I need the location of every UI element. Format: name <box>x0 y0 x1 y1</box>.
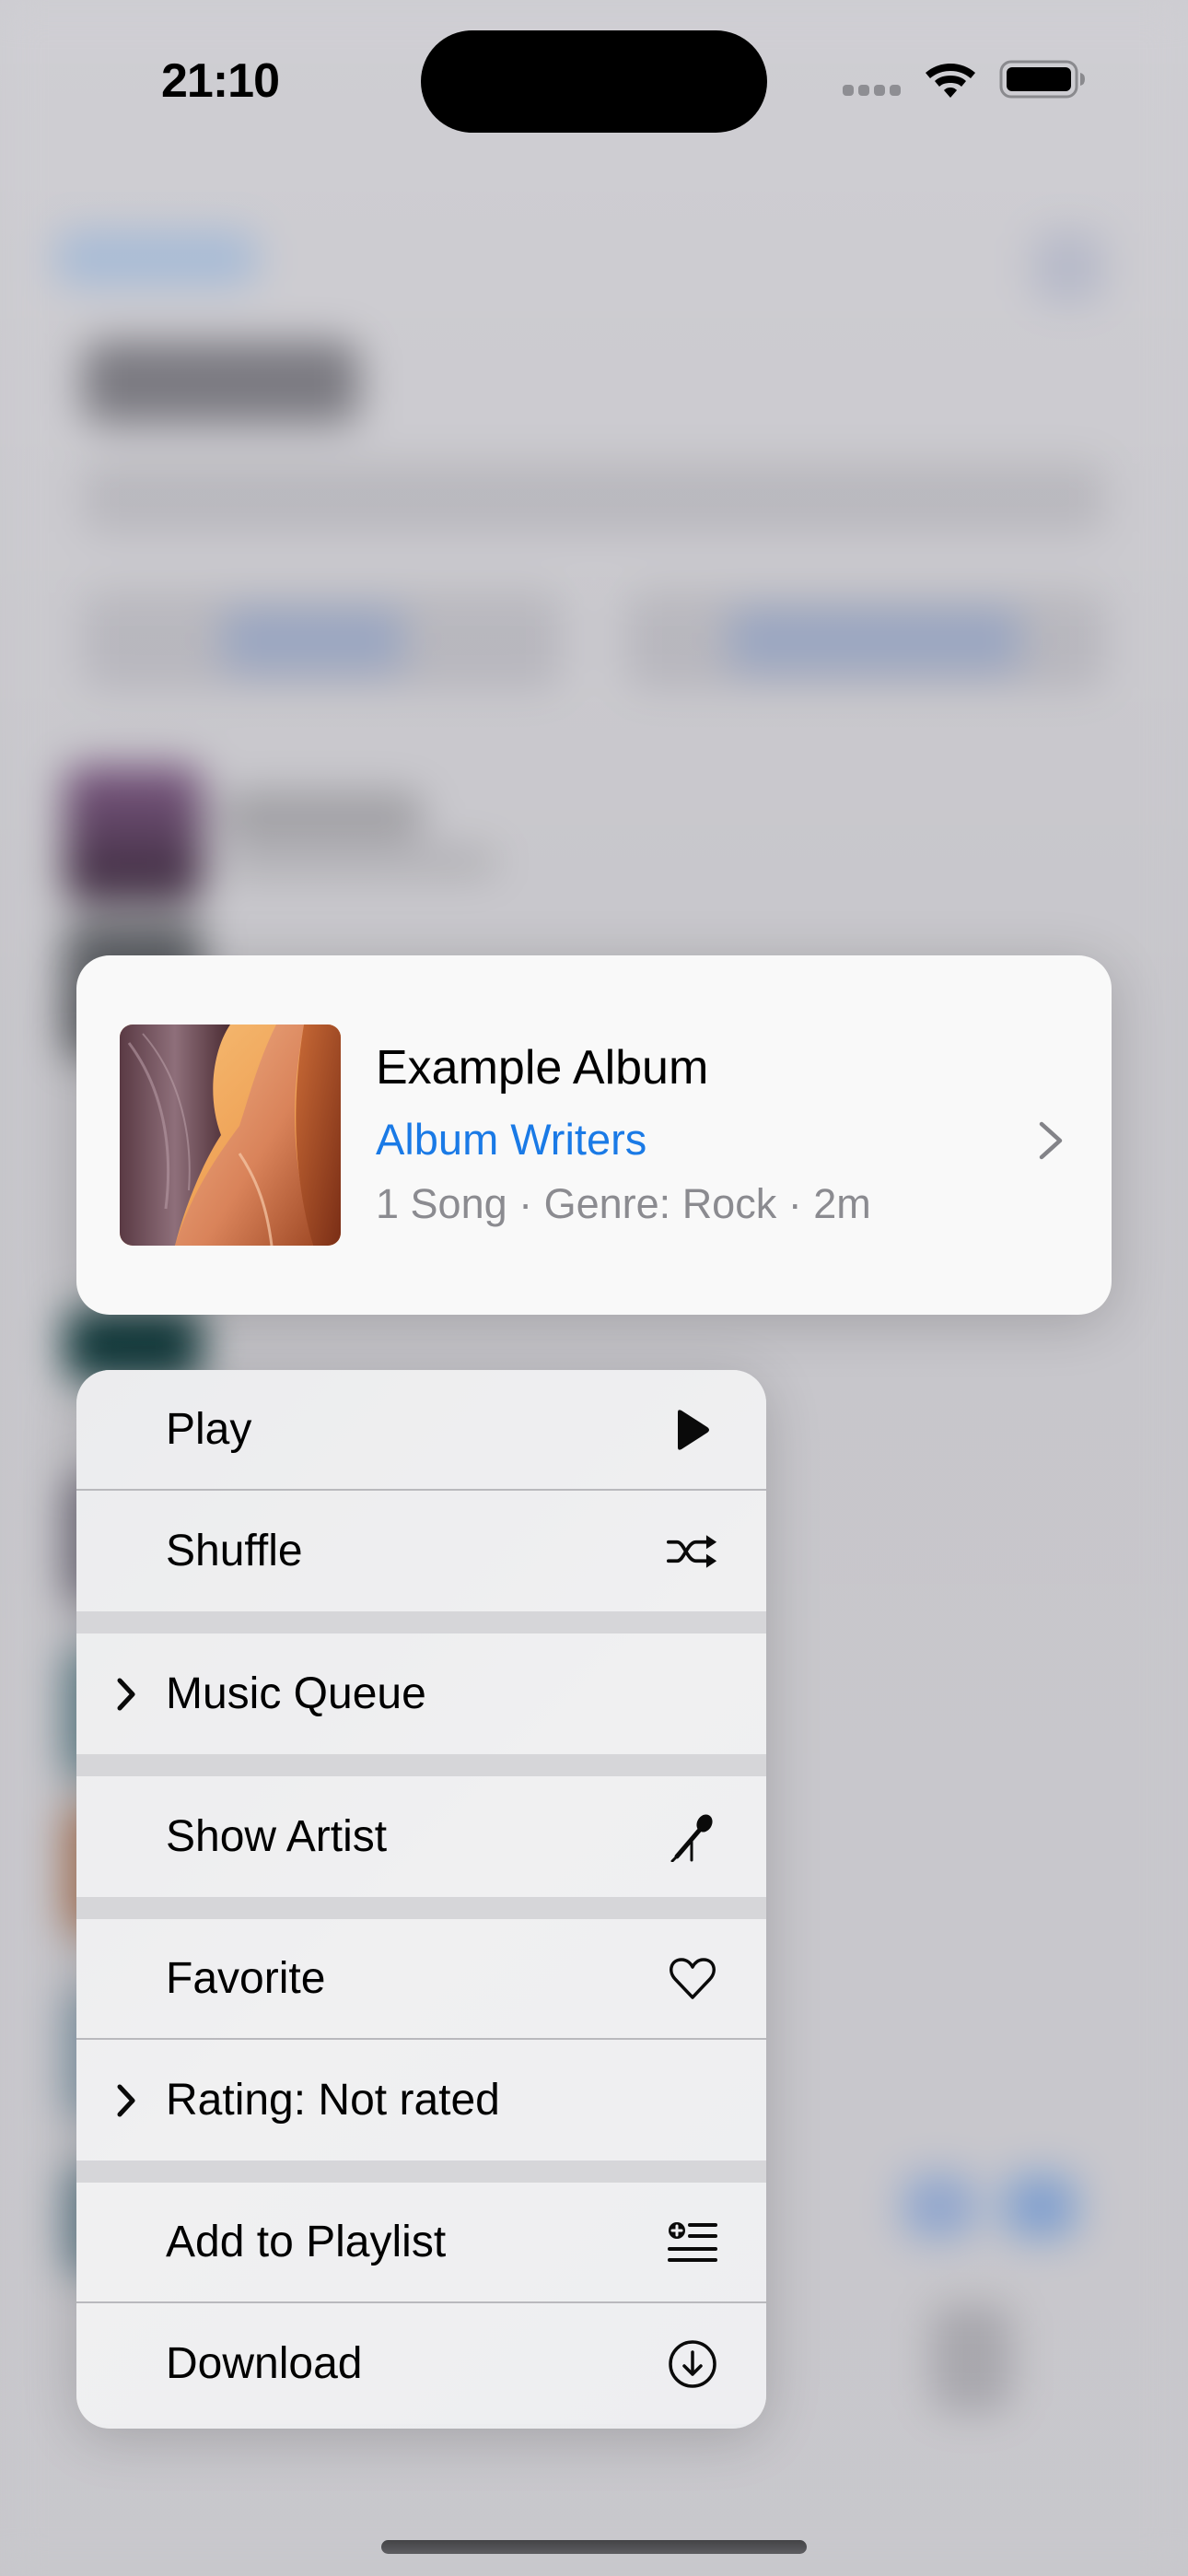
microphone-icon <box>667 1811 718 1863</box>
status-bar: 21:10 <box>0 0 1188 157</box>
shuffle-icon <box>667 1526 718 1577</box>
menu-item-label: Download <box>166 2339 363 2388</box>
album-artist-link[interactable]: Album Writers <box>376 1114 646 1165</box>
cellular-signal-icon <box>843 85 901 96</box>
album-artwork <box>120 1025 341 1246</box>
menu-item-download[interactable]: Download <box>76 2303 766 2424</box>
wifi-icon <box>926 64 975 98</box>
menu-item-label: Show Artist <box>166 1812 388 1861</box>
menu-group-separator <box>76 1611 766 1633</box>
heart-icon <box>667 1953 718 2005</box>
menu-item-music-queue[interactable]: Music Queue <box>76 1633 766 1754</box>
menu-item-rating[interactable]: Rating: Not rated <box>76 2040 766 2160</box>
menu-item-add-to-playlist[interactable]: Add to Playlist <box>76 2183 766 2303</box>
download-icon <box>667 2338 718 2390</box>
menu-item-label: Shuffle <box>166 1527 303 1575</box>
antelope-canyon-artwork <box>120 1025 341 1246</box>
play-icon <box>667 1404 718 1456</box>
menu-item-shuffle[interactable]: Shuffle <box>76 1491 766 1611</box>
menu-item-label: Add to Playlist <box>166 2218 447 2266</box>
chevron-right-icon <box>117 2084 135 2116</box>
menu-item-label: Rating: Not rated <box>166 2076 500 2125</box>
menu-item-label: Music Queue <box>166 1669 426 1718</box>
menu-group-separator <box>76 1754 766 1776</box>
album-preview-card[interactable]: Example Album Album Writers 1 Song · Gen… <box>76 955 1112 1315</box>
dynamic-island <box>421 30 767 133</box>
status-time: 21:10 <box>161 54 280 108</box>
menu-group-separator <box>76 2160 766 2183</box>
battery-full-icon <box>999 60 1085 99</box>
menu-group-separator <box>76 1897 766 1919</box>
chevron-right-icon <box>117 1678 135 1710</box>
menu-item-play[interactable]: Play <box>76 1370 766 1491</box>
album-meta: 1 Song · Genre: Rock · 2m <box>376 1180 871 1227</box>
context-menu: Play Shuffle Music Queue Show Artist Fav… <box>76 1370 766 2429</box>
home-indicator[interactable] <box>381 2540 807 2554</box>
album-title: Example Album <box>376 1041 709 1095</box>
menu-item-label: Play <box>166 1405 252 1454</box>
menu-item-show-artist[interactable]: Show Artist <box>76 1776 766 1897</box>
add-to-playlist-icon <box>667 2217 718 2268</box>
menu-item-label: Favorite <box>166 1954 326 2003</box>
chevron-right-icon <box>1039 1121 1063 1160</box>
menu-item-favorite[interactable]: Favorite <box>76 1919 766 2040</box>
